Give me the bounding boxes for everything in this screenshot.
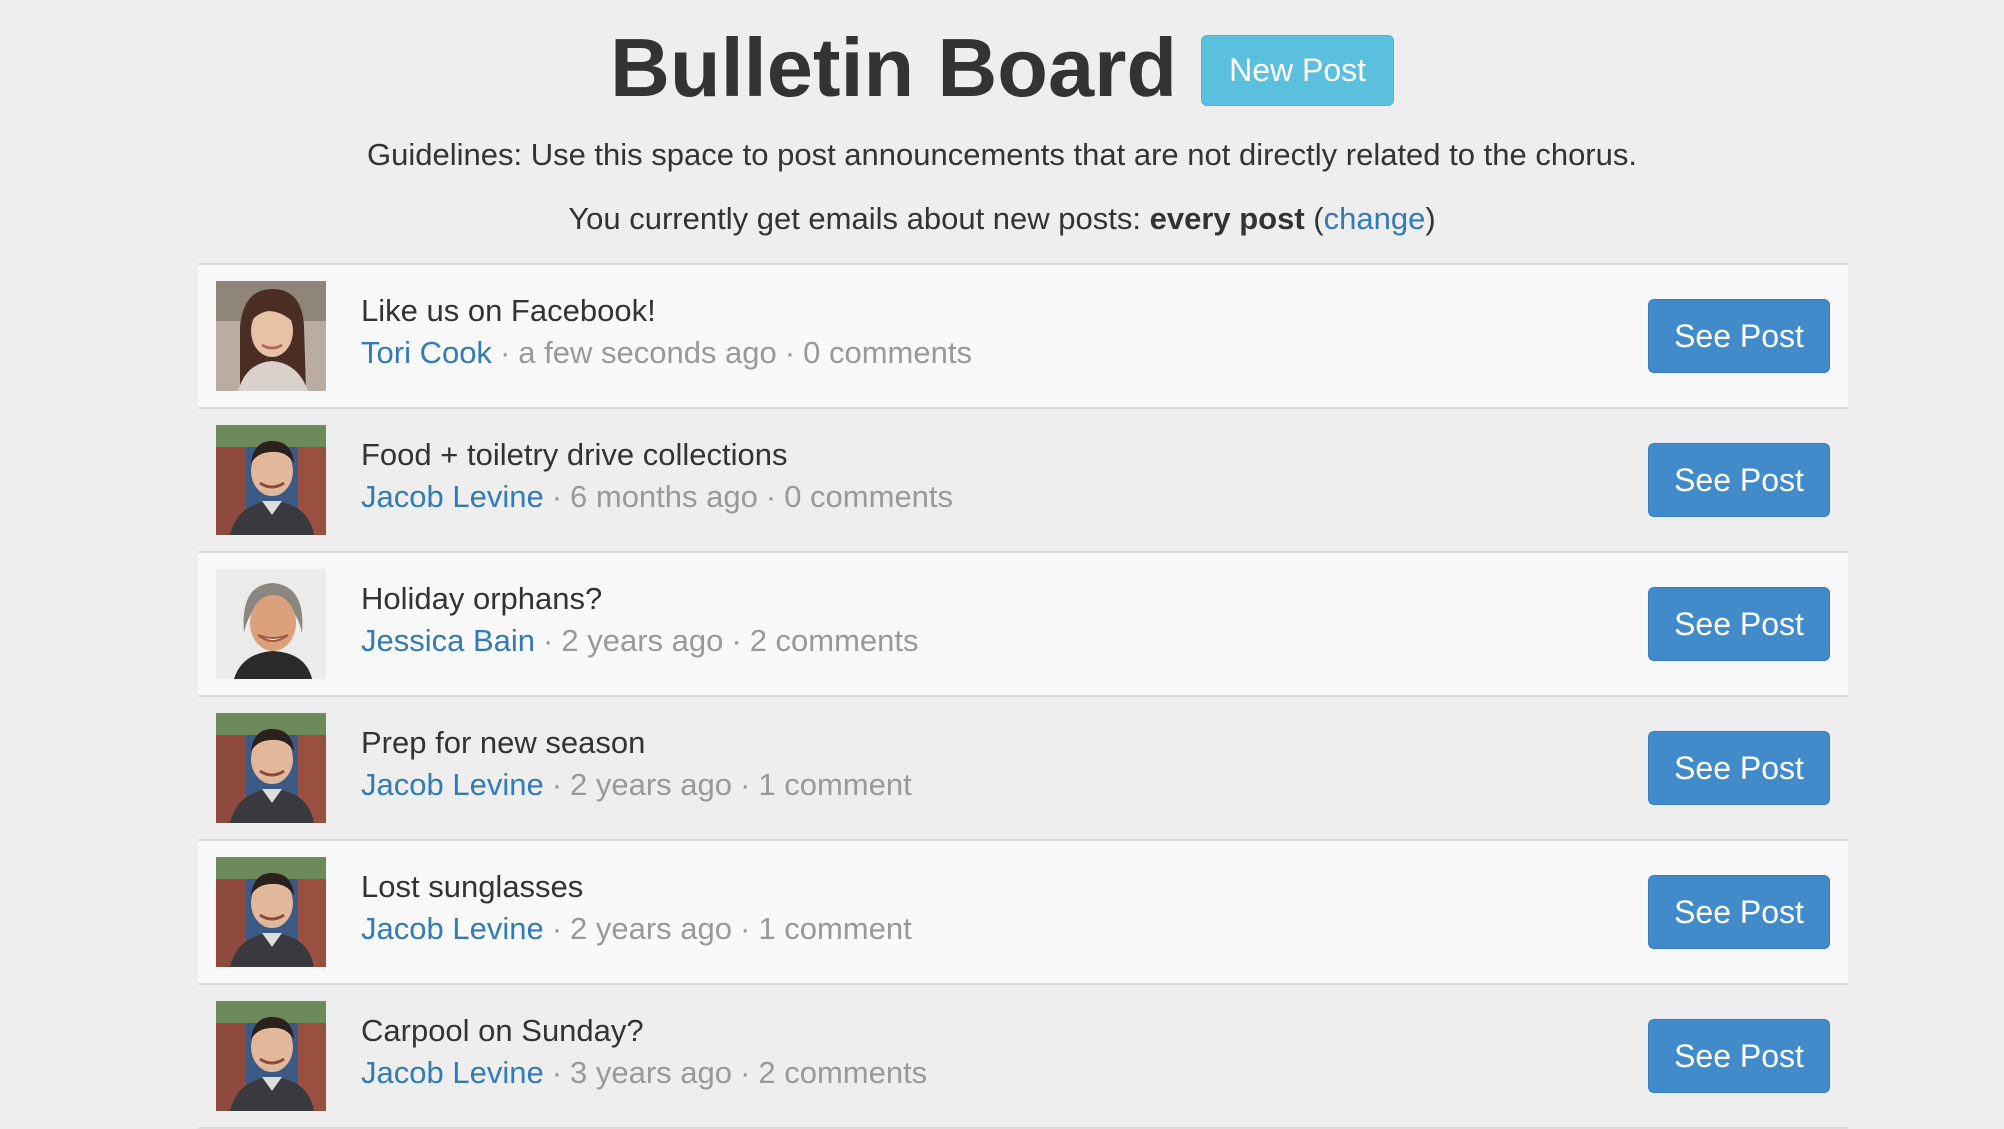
post-meta: Jacob Levine · 2 years ago · 1 comment — [361, 909, 912, 949]
post-row: Prep for new season Jacob Levine · 2 years … — [198, 697, 1848, 841]
see-post-button[interactable]: See Post — [1648, 299, 1830, 373]
avatar — [216, 1001, 326, 1111]
meta-separator: · — [551, 479, 563, 514]
post-author-link[interactable]: Jessica Bain — [361, 623, 535, 658]
avatar — [216, 857, 326, 967]
avatar — [216, 425, 326, 535]
post-title: Food + toiletry drive collections — [361, 437, 788, 472]
post-row: Lost sunglasses Jacob Levine · 2 years ago ·… — [198, 841, 1848, 985]
post-row: Food + toiletry drive collections Jacob L… — [198, 409, 1848, 553]
post-title: Holiday orphans? — [361, 581, 603, 616]
meta-separator: · — [740, 1055, 751, 1090]
post-meta: Jessica Bain · 2 years ago · 2 comments — [361, 621, 919, 661]
post-meta: Tori Cook · a few seconds ago · 0 comments — [361, 333, 972, 373]
close-paren: ) — [1425, 201, 1436, 236]
meta-separator: · — [731, 623, 742, 658]
see-post-button[interactable]: See Post — [1648, 875, 1830, 949]
post-meta: Jacob Levine · 6 months ago · 0 comments — [361, 477, 953, 517]
change-email-frequency-link[interactable]: change — [1324, 201, 1426, 236]
post-time: 2 years ago — [570, 767, 733, 802]
post-comment-count: 0 comments — [803, 335, 972, 370]
meta-separator: · — [551, 1055, 563, 1090]
post-meta: Jacob Levine · 2 years ago · 1 comment — [361, 765, 912, 805]
post-row: Like us on Facebook! Tori Cook · a few seco… — [198, 265, 1848, 409]
new-post-button[interactable]: New Post — [1201, 34, 1395, 106]
avatar — [216, 713, 326, 823]
page-header: Bulletin Board New Post — [0, 18, 2004, 118]
email-preference: You currently get emails about new posts… — [0, 196, 2004, 242]
bulletin-board-page: Bulletin Board New Post Guidelines: Use … — [0, 0, 2004, 1129]
post-title: Prep for new season — [361, 725, 646, 760]
post-comment-count: 2 comments — [758, 1055, 928, 1090]
see-post-button[interactable]: See Post — [1648, 1019, 1830, 1093]
page-title: Bulletin Board — [609, 21, 1178, 114]
see-post-button[interactable]: See Post — [1648, 443, 1830, 517]
meta-separator: · — [765, 479, 777, 514]
post-author-link[interactable]: Jacob Levine — [361, 1055, 544, 1090]
post-author-link[interactable]: Jacob Levine — [361, 479, 544, 514]
meta-separator: · — [551, 767, 563, 802]
post-time: 6 months ago — [570, 479, 758, 514]
meta-separator: · — [740, 911, 751, 946]
see-post-button[interactable]: See Post — [1648, 587, 1830, 661]
post-list: Like us on Facebook! Tori Cook · a few seco… — [198, 263, 1848, 1129]
post-comment-count: 1 comment — [758, 911, 912, 946]
post-row: Holiday orphans? Jessica Bain · 2 years ago… — [198, 553, 1848, 697]
meta-separator: · — [499, 335, 511, 370]
open-paren: ( — [1304, 201, 1324, 236]
post-title: Carpool on Sunday? — [361, 1013, 644, 1048]
post-comment-count: 2 comments — [749, 623, 919, 658]
meta-separator: · — [740, 767, 751, 802]
meta-separator: · — [784, 335, 796, 370]
post-time: 2 years ago — [561, 623, 724, 658]
post-author-link[interactable]: Tori Cook — [361, 335, 492, 370]
post-title: Like us on Facebook! — [361, 293, 656, 328]
post-comment-count: 1 comment — [758, 767, 912, 802]
post-comment-count: 0 comments — [784, 479, 954, 514]
email-frequency: every post — [1149, 201, 1305, 236]
see-post-button[interactable]: See Post — [1648, 731, 1830, 805]
post-time: a few seconds ago — [518, 335, 777, 370]
post-author-link[interactable]: Jacob Levine — [361, 911, 544, 946]
email-preference-prefix: You currently get emails about new posts… — [568, 201, 1150, 236]
meta-separator: · — [551, 911, 563, 946]
post-meta: Jacob Levine · 3 years ago · 2 comments — [361, 1053, 927, 1093]
avatar — [216, 569, 326, 679]
post-row: Carpool on Sunday? Jacob Levine · 3 years a… — [198, 985, 1848, 1129]
avatar — [216, 281, 326, 391]
guidelines-text: Guidelines: Use this space to post annou… — [366, 137, 1637, 172]
post-title: Lost sunglasses — [361, 869, 584, 904]
meta-separator: · — [543, 623, 554, 658]
post-author-link[interactable]: Jacob Levine — [361, 767, 544, 802]
post-time: 2 years ago — [570, 911, 733, 946]
post-time: 3 years ago — [570, 1055, 733, 1090]
